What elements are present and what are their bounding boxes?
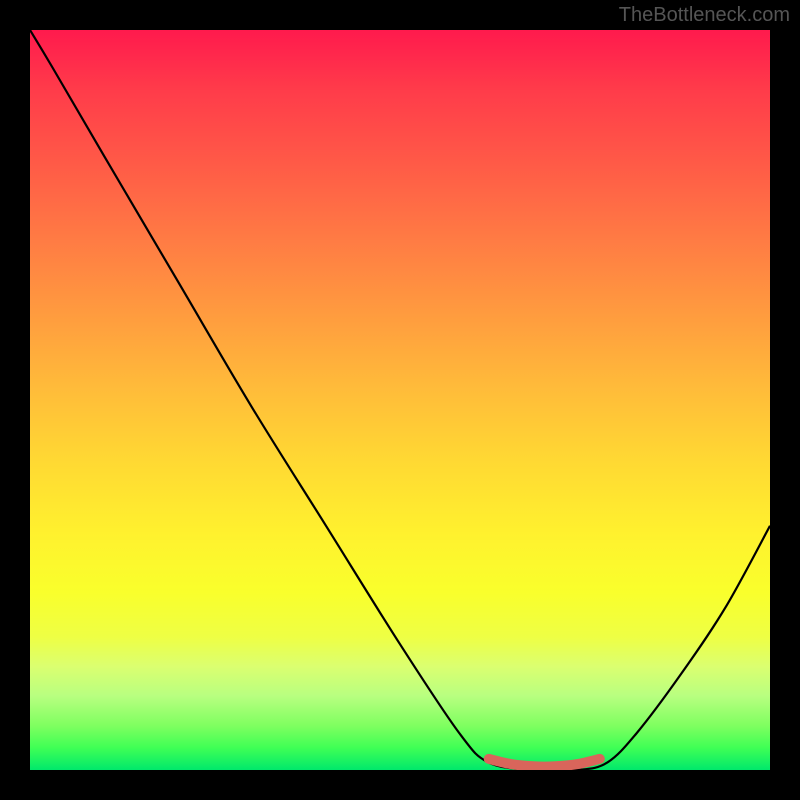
- chart-svg: [30, 30, 770, 770]
- watermark-text: TheBottleneck.com: [619, 4, 790, 27]
- optimal-range-marker: [489, 759, 600, 767]
- bottleneck-curve: [30, 30, 770, 770]
